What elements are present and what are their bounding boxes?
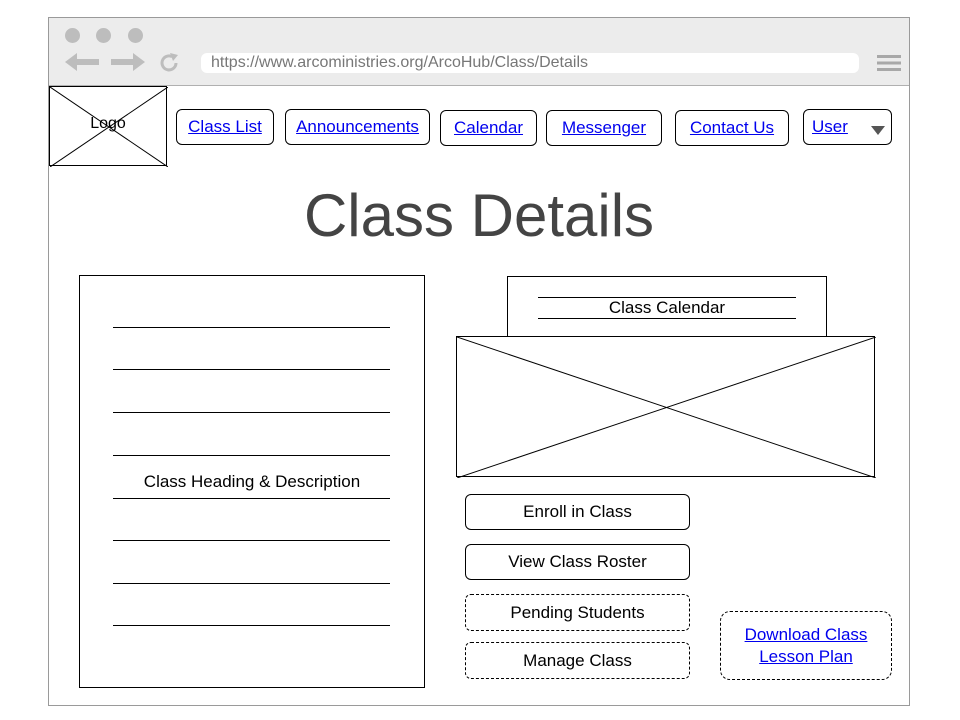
download-lesson-plan-button[interactable]: Download Class Lesson Plan [720,611,892,680]
nav-calendar[interactable]: Calendar [440,110,537,146]
text-placeholder-line [113,540,390,541]
pending-students-button[interactable]: Pending Students [465,594,690,631]
nav-messenger[interactable]: Messenger [546,110,662,146]
page-title: Class Details [303,182,655,249]
text-placeholder-line [113,455,390,456]
window-minimize-dot[interactable] [96,28,111,43]
browser-window: https://www.arcoministries.org/ArcoHub/C… [48,17,910,706]
caret-down-icon[interactable] [871,126,885,135]
text-placeholder-line [113,412,390,413]
header-rule-bottom [538,318,796,319]
arrow-left-icon[interactable] [65,52,101,72]
window-close-dot[interactable] [65,28,80,43]
nav-class-list-label[interactable]: Class List [188,117,262,137]
class-heading: Class Heading & Description [80,472,424,492]
text-placeholder-line [113,498,390,499]
class-calendar-widget[interactable] [456,336,876,478]
text-placeholder-line [113,625,390,626]
nav-announcements[interactable]: Announcements [285,109,430,145]
nav-class-list[interactable]: Class List [176,109,274,145]
logo-label: Logo [90,115,126,132]
arrow-right-icon[interactable] [109,52,145,72]
calendar-placeholder-icon [457,337,876,478]
address-bar[interactable]: https://www.arcoministries.org/ArcoHub/C… [201,53,859,73]
hamburger-menu-icon[interactable] [877,54,901,72]
site-logo[interactable]: Logo [49,86,168,167]
user-dropdown-label[interactable]: User [812,117,848,137]
user-dropdown[interactable]: User [803,109,892,145]
window-maximize-dot[interactable] [128,28,143,43]
text-placeholder-line [113,327,390,328]
nav-contact-us[interactable]: Contact Us [675,110,789,146]
browser-toolbar: https://www.arcoministries.org/ArcoHub/C… [49,18,909,86]
class-description-panel: Class Heading & Description [79,275,425,688]
class-calendar-header: Class Calendar [507,276,827,336]
enroll-button[interactable]: Enroll in Class [465,494,690,530]
nav-contact-us-label[interactable]: Contact Us [690,118,774,138]
nav-messenger-label[interactable]: Messenger [562,118,646,138]
class-calendar-label: Class Calendar [608,298,726,317]
download-lesson-plan-link[interactable]: Download Class Lesson Plan [741,624,871,668]
nav-announcements-label[interactable]: Announcements [296,117,419,137]
text-placeholder-line [113,583,390,584]
reload-icon[interactable] [157,51,181,75]
nav-calendar-label[interactable]: Calendar [454,118,523,138]
view-roster-button[interactable]: View Class Roster [465,544,690,580]
text-placeholder-line [113,369,390,370]
manage-class-button[interactable]: Manage Class [465,642,690,679]
